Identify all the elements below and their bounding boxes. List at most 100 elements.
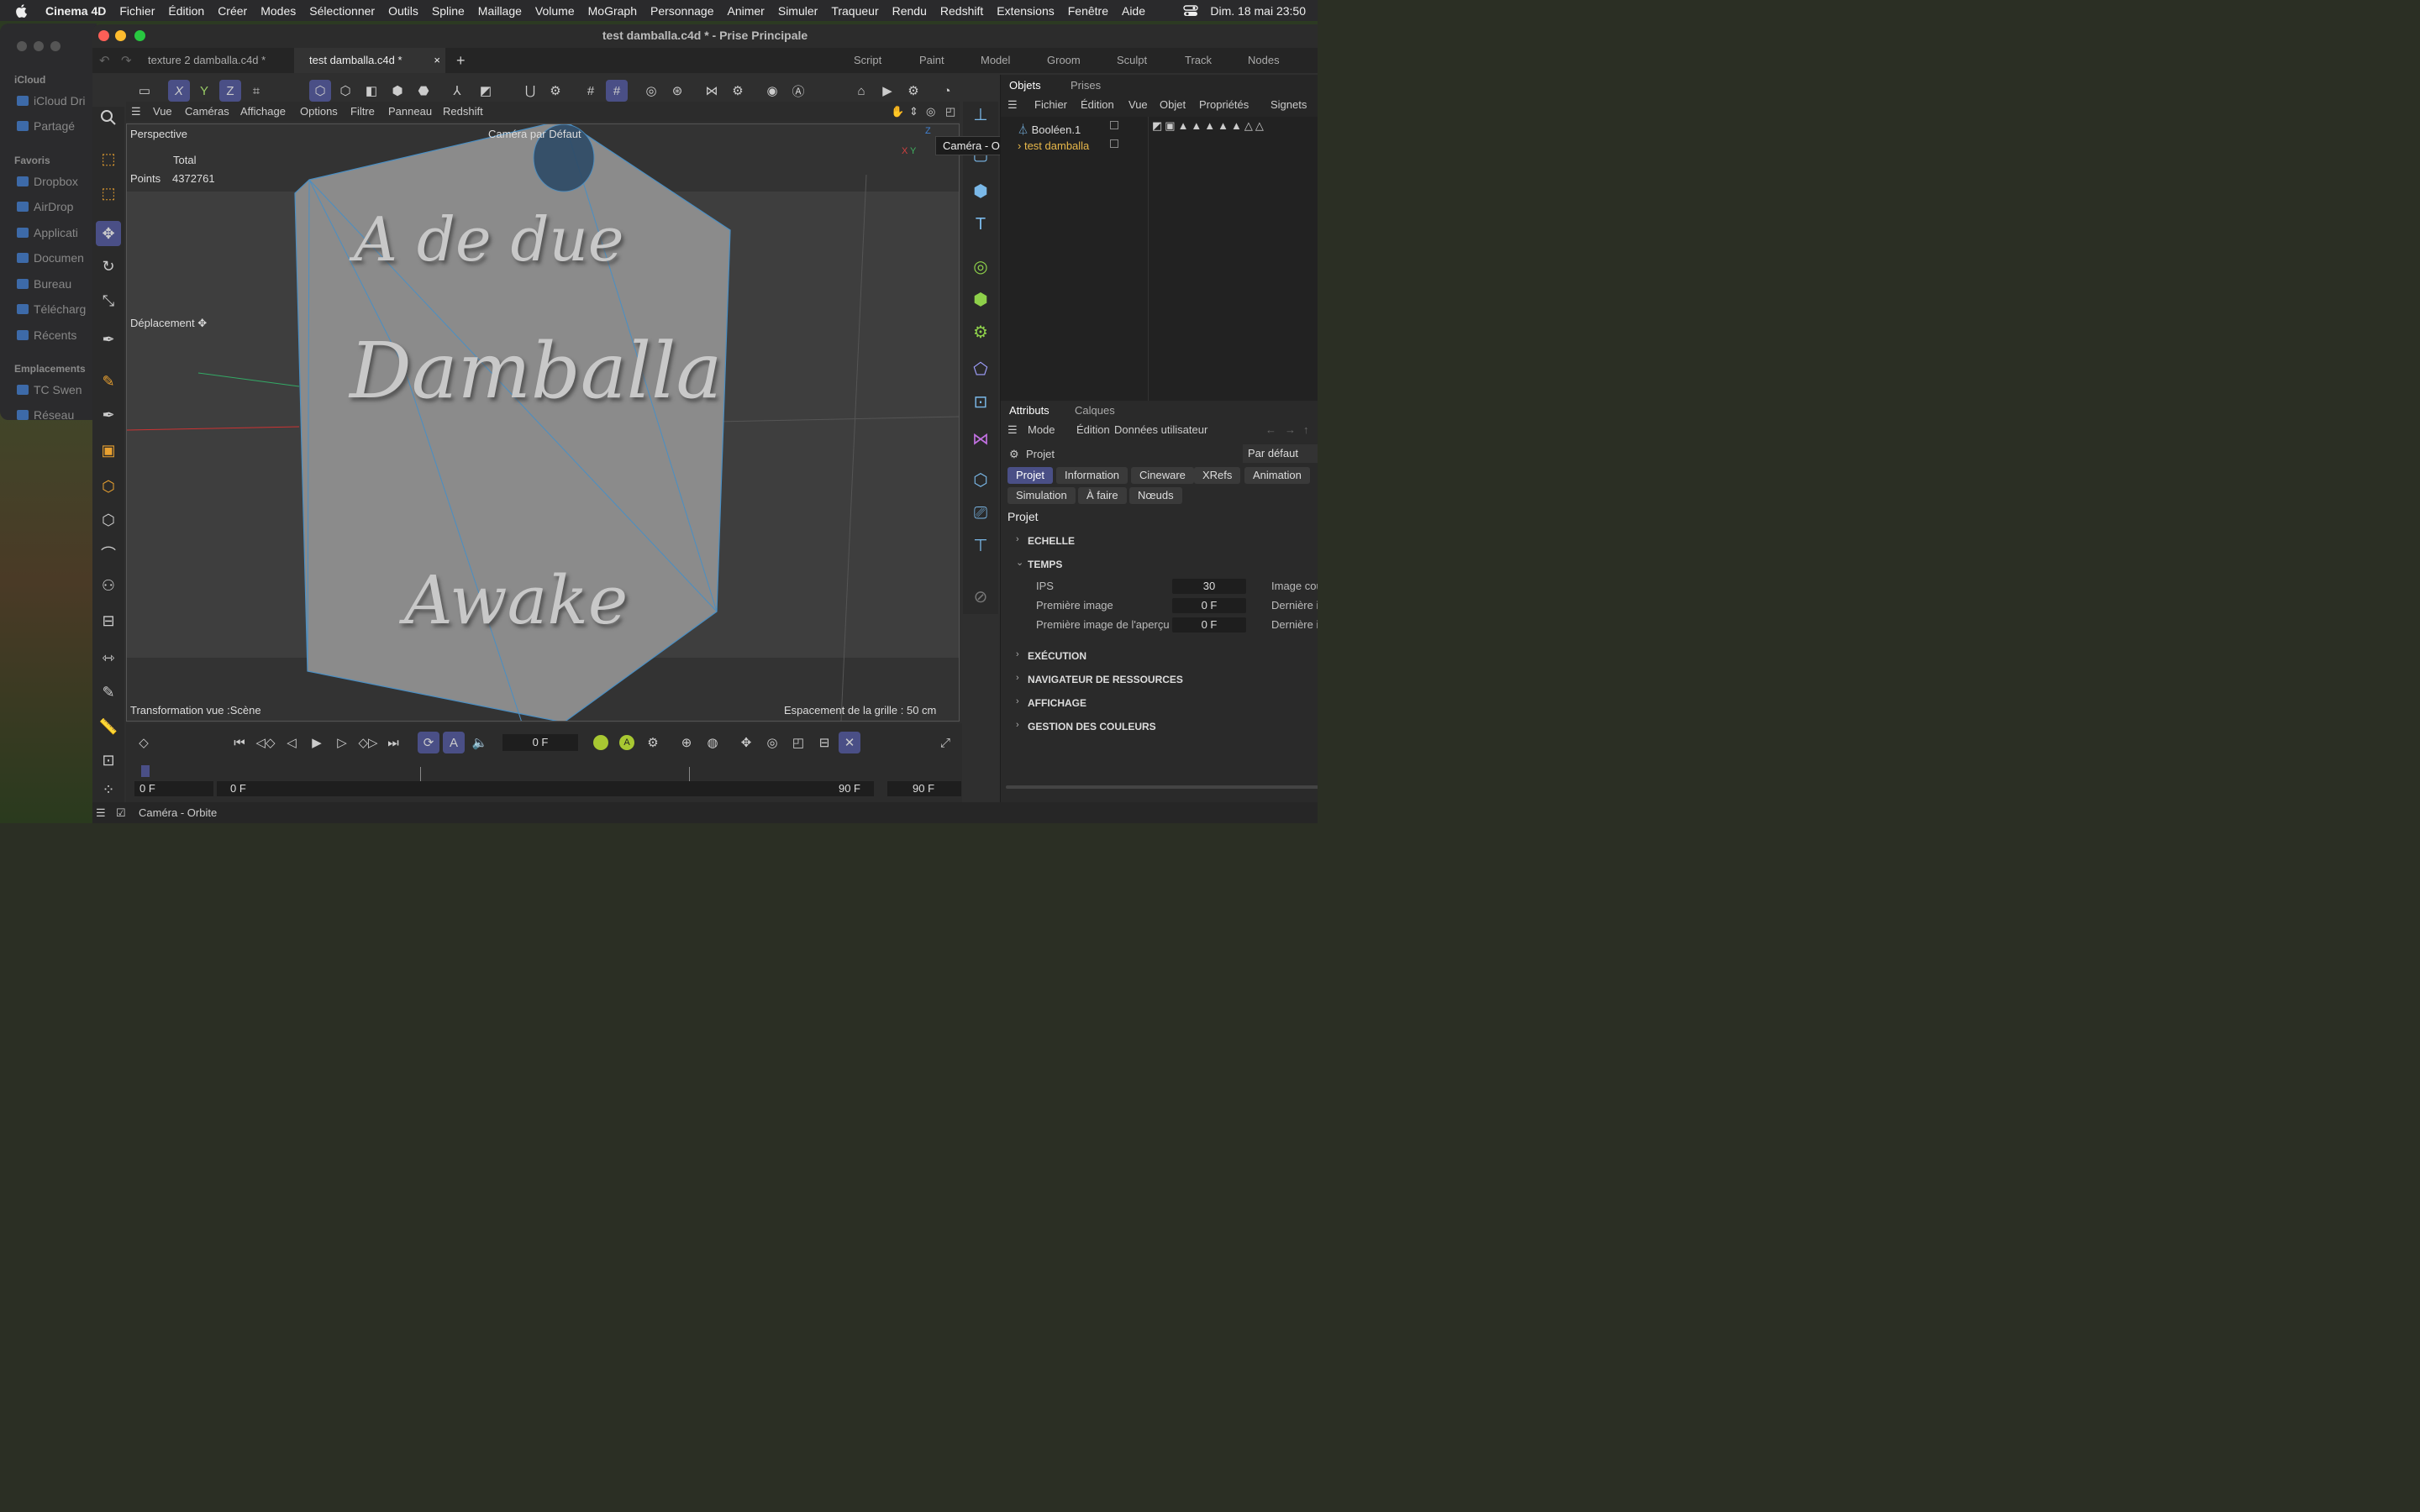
key-settings-icon[interactable]: ⚙ (642, 732, 664, 753)
text-tool-icon[interactable]: Ⓐ (787, 80, 809, 102)
visibility-toggle-icon[interactable] (1110, 121, 1118, 129)
chip-noeuds[interactable]: Nœuds (1129, 487, 1182, 504)
layout-sculpt[interactable]: Sculpt (1117, 48, 1147, 73)
menu-traqueur[interactable]: Traqueur (824, 4, 885, 18)
solo-icon[interactable]: ◩ (475, 80, 497, 102)
symmetry-icon[interactable]: ◎ (640, 80, 662, 102)
symmetry-settings-icon[interactable]: ⊛ (666, 80, 688, 102)
menu-rendu[interactable]: Rendu (886, 4, 934, 18)
mirror-settings-icon[interactable]: ⚙ (727, 80, 749, 102)
snap-tool-icon[interactable]: ⊡ (96, 748, 121, 773)
snap-settings-icon[interactable]: ⚙ (544, 80, 566, 102)
menu-redshift[interactable]: Redshift (934, 4, 990, 18)
finder-item-bureau[interactable]: Bureau (17, 277, 71, 291)
chevron-right-icon[interactable]: › (1016, 649, 1019, 659)
start-frame-field[interactable]: 0 F (134, 781, 213, 796)
playhead[interactable] (141, 765, 150, 777)
param-ips-field[interactable]: 30 (1172, 579, 1246, 594)
layout-nodes[interactable]: Nodes (1248, 48, 1280, 73)
status-menu-icon[interactable]: ☰ (96, 806, 106, 820)
play-icon[interactable]: ▶ (306, 732, 328, 753)
model-mode-icon[interactable]: ⬡ (309, 80, 331, 102)
back-arrow-icon[interactable]: ← (1265, 423, 1276, 436)
layout-script[interactable]: Script (854, 48, 881, 73)
key-position-icon[interactable]: ⊕ (676, 732, 697, 753)
dolly-view-icon[interactable]: ⇕ (909, 105, 918, 118)
x-axis-lock-button[interactable]: X (168, 80, 190, 102)
finder-item-dropbox[interactable]: Dropbox (17, 175, 78, 188)
objects-menu-fichier[interactable]: Fichier (1034, 98, 1067, 111)
menu-spline[interactable]: Spline (425, 4, 471, 18)
deformer-icon[interactable]: ⬠ (968, 356, 993, 381)
menu-edition[interactable]: Édition (161, 4, 211, 18)
y-axis-lock-button[interactable]: Y (193, 80, 215, 102)
section-echelle[interactable]: ECHELLE (1028, 535, 1075, 547)
playback-rate-icon[interactable]: A (443, 732, 465, 753)
new-tab-button[interactable]: + (441, 48, 481, 73)
finder-item-recents[interactable]: Récents (17, 328, 76, 342)
key-pla-icon[interactable]: ◰ (787, 732, 809, 753)
edges-mode-icon[interactable]: ◧ (360, 80, 382, 102)
attributes-menu-donnees-utilisateur[interactable]: Données utilisateur (1114, 423, 1207, 436)
next-key-icon[interactable]: ◇▷ (357, 732, 379, 753)
go-to-start-icon[interactable]: ⏮ (229, 732, 250, 753)
objects-menu-edition[interactable]: Édition (1081, 98, 1114, 111)
previous-key-icon[interactable]: ◁◇ (255, 732, 276, 753)
chevron-right-icon[interactable]: › (1016, 673, 1019, 683)
search-icon[interactable] (96, 105, 121, 130)
redo-icon[interactable]: ↷ (121, 53, 132, 68)
redshift-render-icon[interactable]: ◔ (936, 80, 958, 102)
tab-objets[interactable]: Objets (1009, 79, 1041, 92)
grid-snap-icon[interactable]: # (580, 80, 602, 102)
objects-menu-vue[interactable]: Vue (1128, 98, 1148, 111)
section-execution[interactable]: EXÉCUTION (1028, 650, 1086, 662)
light-icon[interactable]: ⊤ (968, 533, 993, 558)
undo-icon[interactable]: ↶ (99, 53, 110, 68)
tab-calques[interactable]: Calques (1075, 404, 1115, 417)
mirror-icon[interactable]: ⋈ (701, 80, 723, 102)
object-row-test-damballa[interactable]: › test damballa (1018, 139, 1089, 152)
viewport-menu-affichage[interactable]: Affichage (240, 105, 286, 118)
paint-tool-icon[interactable]: ✎ (96, 680, 121, 705)
finder-item-telechargements[interactable]: Télécharg (17, 302, 86, 316)
render-region-icon[interactable]: ⌂ (850, 80, 872, 102)
apple-icon[interactable] (0, 3, 39, 18)
record-icon[interactable] (590, 732, 612, 753)
layout-paint[interactable]: Paint (919, 48, 944, 73)
finder-item-airdrop[interactable]: AirDrop (17, 200, 73, 213)
end-frame-field[interactable]: 90 F (887, 781, 961, 796)
viewport-perspective-label[interactable]: Perspective (130, 128, 187, 140)
chip-a-faire[interactable]: À faire (1078, 487, 1127, 504)
points-mode-icon[interactable]: ⬡ (334, 80, 356, 102)
chip-animation[interactable]: Animation (1244, 467, 1310, 484)
section-navigateur-ressources[interactable]: NAVIGATEUR DE RESSOURCES (1028, 674, 1183, 685)
hair-icon[interactable]: ⋈ (968, 426, 993, 451)
coordinate-system-icon[interactable]: ⌗ (245, 80, 267, 102)
tab-test-damballa[interactable]: test damballa.c4d * × (294, 48, 445, 73)
finder-window-controls[interactable] (17, 41, 60, 51)
objects-menu-objet[interactable]: Objet (1160, 98, 1186, 111)
forward-arrow-icon[interactable]: → (1285, 423, 1296, 436)
go-to-end-icon[interactable]: ⏭ (382, 732, 404, 753)
menu-fichier[interactable]: Fichier (113, 4, 161, 18)
menu-modes[interactable]: Modes (254, 4, 302, 18)
viewport-menu-options[interactable]: Options (300, 105, 338, 118)
menu-fenetre[interactable]: Fenêtre (1061, 4, 1115, 18)
close-tab-icon[interactable]: × (434, 48, 440, 73)
menu-volume[interactable]: Volume (529, 4, 581, 18)
spline-pen-icon[interactable]: ✒ (96, 327, 121, 352)
finder-item-reseau[interactable]: Réseau (17, 408, 74, 422)
chip-simulation[interactable]: Simulation (1007, 487, 1076, 504)
object-tags[interactable]: ◩▣▲▲▲▲▲△△ (1152, 119, 1266, 133)
uv-mode-icon[interactable]: ⬣ (413, 80, 434, 102)
section-gestion-couleurs[interactable]: GESTION DES COULEURS (1028, 721, 1156, 732)
timeline-ruler[interactable] (134, 760, 958, 782)
objects-menu-proprietes[interactable]: Propriétés (1199, 98, 1249, 111)
previous-frame-icon[interactable]: ◁ (281, 732, 302, 753)
chip-xrefs[interactable]: XRefs (1194, 467, 1241, 484)
preset-dropdown[interactable]: Par défaut (1243, 444, 1318, 463)
workplane-icon[interactable]: # (606, 80, 628, 102)
next-frame-icon[interactable]: ▷ (331, 732, 353, 753)
scale-tool-icon[interactable]: ⤡ (96, 288, 121, 313)
finder-item-applications[interactable]: Applicati (17, 226, 78, 239)
